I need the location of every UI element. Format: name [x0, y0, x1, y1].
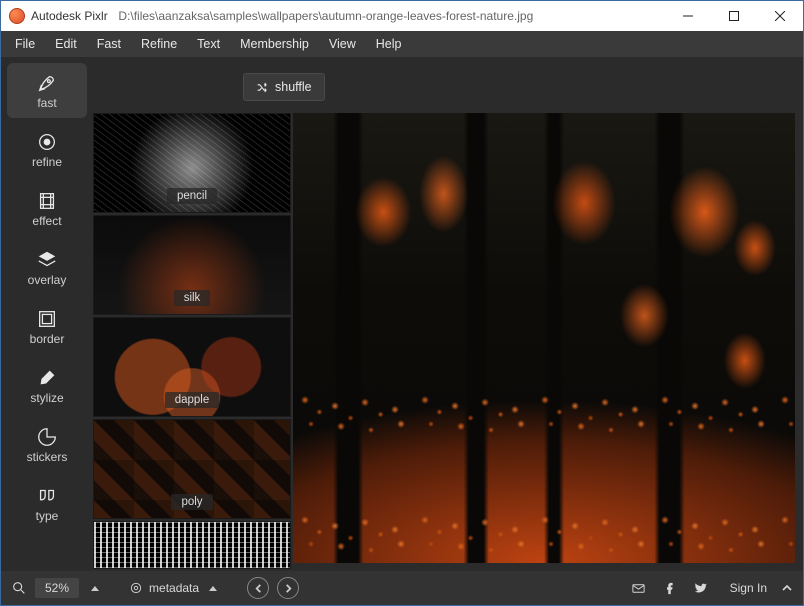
- canvas-area: shuffle: [291, 57, 803, 571]
- history-back-button[interactable]: [247, 577, 269, 599]
- statusbar: 52% metadata Sign In: [1, 571, 803, 605]
- image-canvas[interactable]: [293, 113, 795, 563]
- style-preset-list: pencil silk dapple poly: [93, 57, 291, 571]
- history-forward-button[interactable]: [277, 577, 299, 599]
- tool-label: fast: [37, 96, 56, 110]
- menu-file[interactable]: File: [5, 33, 45, 55]
- gear-icon: [129, 581, 143, 595]
- tool-stylize[interactable]: stylize: [7, 358, 87, 413]
- style-thumb-pencil[interactable]: pencil: [93, 113, 291, 213]
- titlebar: Autodesk Pixlr D:\files\aanzaksa\samples…: [1, 1, 803, 31]
- quote-icon: [36, 485, 58, 507]
- tool-refine[interactable]: refine: [7, 122, 87, 177]
- tool-fast[interactable]: fast: [7, 63, 87, 118]
- shuffle-icon: [256, 81, 269, 94]
- style-thumb-label: pencil: [167, 188, 217, 204]
- tool-label: overlay: [28, 273, 67, 287]
- sticker-icon: [36, 426, 58, 448]
- brush-icon: [36, 367, 58, 389]
- zoom-value: 52%: [45, 581, 69, 595]
- style-thumb-label: dapple: [165, 392, 220, 408]
- app-name: Autodesk Pixlr: [31, 9, 108, 23]
- chevron-up-icon: [209, 586, 217, 591]
- file-path: D:\files\aanzaksa\samples\wallpapers\aut…: [118, 9, 533, 23]
- metadata-label: metadata: [149, 581, 199, 595]
- tool-label: type: [36, 509, 59, 523]
- style-thumb-label: poly: [171, 494, 212, 510]
- zoom-icon[interactable]: [11, 580, 27, 596]
- target-icon: [36, 131, 58, 153]
- style-thumb-poly[interactable]: poly: [93, 419, 291, 519]
- menu-edit[interactable]: Edit: [45, 33, 87, 55]
- menubar: File Edit Fast Refine Text Membership Vi…: [1, 31, 803, 57]
- tool-border[interactable]: border: [7, 299, 87, 354]
- shuffle-button[interactable]: shuffle: [243, 73, 325, 101]
- rocket-icon: [36, 72, 58, 94]
- zoom-level[interactable]: 52%: [35, 578, 79, 598]
- tool-label: stylize: [30, 391, 63, 405]
- menu-view[interactable]: View: [319, 33, 366, 55]
- close-button[interactable]: [757, 1, 803, 31]
- film-icon: [36, 190, 58, 212]
- menu-refine[interactable]: Refine: [131, 33, 187, 55]
- tool-label: border: [30, 332, 65, 346]
- menu-text[interactable]: Text: [187, 33, 230, 55]
- main-area: fast refine effect overlay border styliz…: [1, 57, 803, 571]
- tool-effect[interactable]: effect: [7, 181, 87, 236]
- chevron-up-icon[interactable]: [781, 582, 793, 594]
- canvas-toolbar: shuffle: [291, 57, 803, 113]
- menu-help[interactable]: Help: [366, 33, 412, 55]
- menu-membership[interactable]: Membership: [230, 33, 319, 55]
- signin-link[interactable]: Sign In: [730, 581, 767, 595]
- canvas-image: [293, 113, 795, 563]
- tool-label: refine: [32, 155, 62, 169]
- style-thumb-label: silk: [174, 290, 211, 306]
- minimize-button[interactable]: [665, 1, 711, 31]
- facebook-icon[interactable]: [662, 581, 677, 596]
- zoom-up-icon[interactable]: [91, 586, 99, 591]
- social-links: [631, 581, 708, 596]
- twitter-icon[interactable]: [693, 581, 708, 596]
- tool-label: stickers: [27, 450, 68, 464]
- style-thumb-next[interactable]: [93, 521, 291, 569]
- layers-icon: [36, 249, 58, 271]
- tool-overlay[interactable]: overlay: [7, 240, 87, 295]
- style-thumb-silk[interactable]: silk: [93, 215, 291, 315]
- tool-label: effect: [32, 214, 61, 228]
- maximize-button[interactable]: [711, 1, 757, 31]
- metadata-toggle[interactable]: metadata: [129, 581, 217, 595]
- tool-sidebar: fast refine effect overlay border styliz…: [1, 57, 93, 571]
- shuffle-label: shuffle: [275, 80, 312, 94]
- tool-type[interactable]: type: [7, 476, 87, 531]
- style-thumb-dapple[interactable]: dapple: [93, 317, 291, 417]
- frame-icon: [36, 308, 58, 330]
- tool-stickers[interactable]: stickers: [7, 417, 87, 472]
- app-icon: [9, 8, 25, 24]
- mail-icon[interactable]: [631, 581, 646, 596]
- menu-fast[interactable]: Fast: [87, 33, 131, 55]
- app-window: Autodesk Pixlr D:\files\aanzaksa\samples…: [0, 0, 804, 606]
